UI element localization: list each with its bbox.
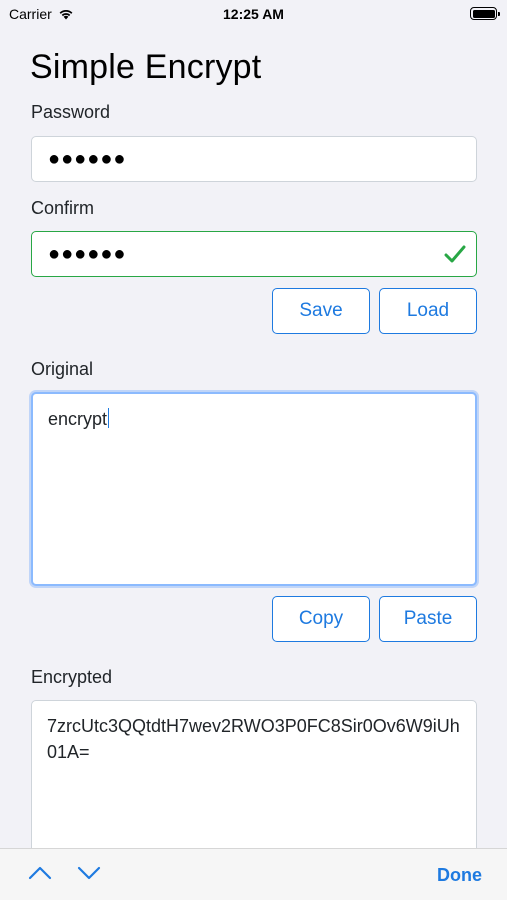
battery-icon [470, 7, 500, 20]
battery-fill [472, 9, 495, 18]
copy-button[interactable]: Copy [272, 596, 370, 642]
confirm-label: Confirm [31, 198, 95, 218]
original-text: encrypt [48, 409, 108, 429]
chevron-up-icon[interactable] [28, 865, 52, 881]
password-label: Password [31, 102, 111, 122]
text-caret [107, 408, 110, 428]
keyboard-accessory-bar: Done [0, 848, 507, 900]
status-bar: Carrier 12:25 AM [0, 0, 507, 30]
main-content: Simple Encrypt Password ●●●●●● Confirm ●… [0, 30, 507, 848]
load-button[interactable]: Load [379, 288, 477, 334]
done-button[interactable]: Done [437, 865, 482, 886]
checkmark-icon [444, 245, 466, 263]
encrypted-textarea[interactable]: 7zrcUtc3QQtdtH7wev2RWO3P0FC8Sir0Ov6W9iUh… [31, 700, 477, 848]
save-button[interactable]: Save [272, 288, 370, 334]
paste-button[interactable]: Paste [379, 596, 477, 642]
password-value: ●●●●●● [48, 148, 127, 170]
chevron-down-icon[interactable] [77, 865, 101, 881]
page-title: Simple Encrypt [30, 48, 262, 86]
original-label: Original [31, 359, 94, 379]
confirm-field[interactable]: ●●●●●● [31, 231, 477, 277]
battery-nub [497, 11, 500, 16]
password-field[interactable]: ●●●●●● [31, 136, 477, 182]
confirm-value: ●●●●●● [48, 243, 127, 265]
encrypted-text: 7zrcUtc3QQtdtH7wev2RWO3P0FC8Sir0Ov6W9iUh… [47, 716, 460, 762]
status-time: 12:25 AM [223, 6, 284, 22]
encrypted-label: Encrypted [31, 667, 113, 687]
original-textarea[interactable]: encrypt [31, 392, 477, 586]
